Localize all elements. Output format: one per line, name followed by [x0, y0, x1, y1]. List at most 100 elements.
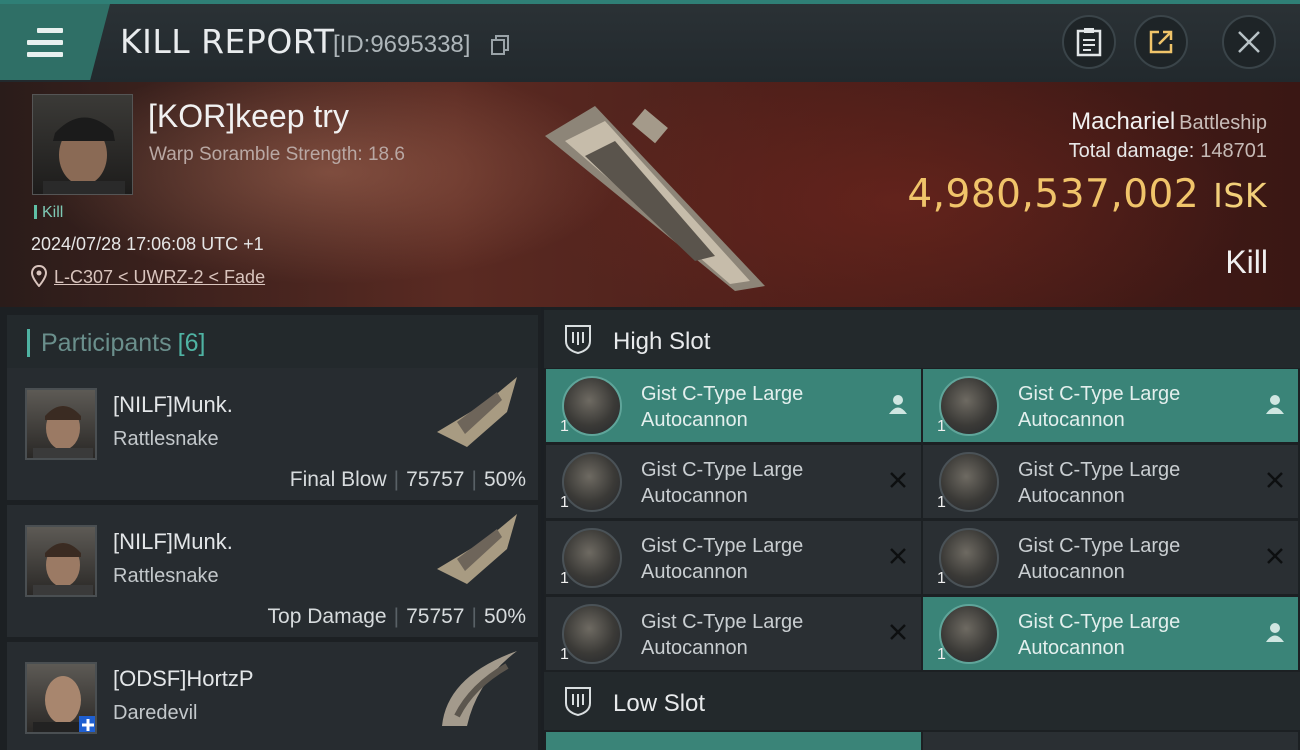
- close-icon: [1238, 31, 1260, 53]
- module-item[interactable]: 1 Gist C-Type Large Autocannon: [546, 445, 921, 518]
- participant-avatar[interactable]: [25, 388, 97, 460]
- participants-label: Participants: [41, 329, 172, 357]
- participants-title: Participants [6]: [41, 329, 205, 358]
- module-quantity: 1: [937, 570, 946, 587]
- module-quantity: 1: [560, 418, 569, 435]
- ship-name: Machariel: [1071, 108, 1176, 135]
- module-name: Gist C-Type Large Autocannon: [641, 535, 804, 583]
- participant-avatar[interactable]: [25, 525, 97, 597]
- module-quantity: 1: [560, 646, 569, 663]
- module-item[interactable]: 1 Gist C-Type Large Autocannon: [923, 597, 1298, 670]
- participant-row[interactable]: [ODSF]HortzP Daredevil: [7, 642, 538, 750]
- destroyed-icon: [890, 472, 906, 488]
- module-quantity: 1: [937, 494, 946, 511]
- share-button[interactable]: [1134, 15, 1188, 69]
- participants-panel: Participants [6] [NILF]Munk. Rattlesnake …: [0, 307, 541, 750]
- high-slot-header[interactable]: High Slot: [544, 310, 1300, 368]
- module-item[interactable]: 1 Gist C-Type Large Autocannon: [546, 597, 921, 670]
- participant-percent: 50%: [483, 605, 526, 628]
- participants-count: [6]: [177, 329, 206, 357]
- isk-unit: ISK: [1213, 176, 1267, 215]
- participant-ship: Rattlesnake: [113, 428, 219, 450]
- high-slot-label: High Slot: [613, 328, 711, 355]
- low-slot-header[interactable]: Low Slot: [544, 672, 1300, 730]
- total-damage-label: Total damage:: [1068, 140, 1195, 162]
- participant-ship-image: [437, 377, 517, 447]
- kill-location-link[interactable]: L-C307 < UWRZ-2 < Fade: [54, 267, 265, 288]
- module-item[interactable]: 1 Gist C-Type Large Autocannon: [923, 369, 1298, 442]
- participant-damage: 75757: [406, 605, 465, 628]
- participant-ship: Daredevil: [113, 702, 198, 724]
- participant-ship: Rattlesnake: [113, 565, 219, 587]
- report-id: [ID:9695338]: [333, 31, 471, 58]
- clipboard-button[interactable]: [1062, 15, 1116, 69]
- low-slot-label: Low Slot: [613, 690, 706, 717]
- total-damage-value: 148701: [1200, 140, 1267, 162]
- hamburger-menu-icon[interactable]: [27, 28, 63, 58]
- clipboard-icon: [1076, 28, 1102, 57]
- participant-ship-image: [437, 514, 517, 584]
- window-title: KILL REPORT: [120, 22, 335, 61]
- kill-type: Kill: [1225, 244, 1268, 280]
- participant-avatar[interactable]: [25, 662, 97, 734]
- module-name: Gist C-Type Large Autocannon: [641, 611, 804, 659]
- module-name: Gist C-Type Large Autocannon: [641, 459, 804, 507]
- module-name: Gist C-Type Large Autocannon: [1018, 535, 1181, 583]
- pilot-icon: [1266, 395, 1284, 414]
- destroyed-icon: [1267, 472, 1283, 488]
- participant-name[interactable]: [NILF]Munk.: [113, 392, 233, 418]
- autocannon-icon: [939, 376, 999, 436]
- module-item[interactable]: 1 Gist C-Type Large Autocannon: [546, 521, 921, 594]
- participant-row[interactable]: [NILF]Munk. Rattlesnake Final Blow | 75757…: [7, 368, 538, 502]
- participant-damage: 75757: [406, 468, 465, 491]
- ship-class: Battleship: [1179, 112, 1267, 134]
- autocannon-icon: [939, 452, 999, 512]
- victim-avatar[interactable]: [32, 94, 133, 195]
- module-item[interactable]: 1 Gist C-Type Large Autocannon: [923, 445, 1298, 518]
- fitting-panel: High Slot 1 Gist C-Type Large Autocannon …: [544, 307, 1300, 750]
- pilot-icon: [1266, 623, 1284, 642]
- autocannon-icon: [562, 604, 622, 664]
- victim-ship-image: [545, 106, 765, 291]
- kill-datetime: 2024/07/28 17:06:08 UTC +1: [31, 234, 264, 254]
- participant-percent: 50%: [483, 468, 526, 491]
- low-slot-icon: [565, 687, 591, 717]
- autocannon-icon: [562, 452, 622, 512]
- pilot-icon: [889, 395, 907, 414]
- module-name: Gist C-Type Large Autocannon: [1018, 611, 1181, 659]
- autocannon-icon: [939, 528, 999, 588]
- participant-name[interactable]: [ODSF]HortzP: [113, 666, 254, 692]
- share-icon: [1149, 30, 1173, 54]
- destroyed-icon: [890, 548, 906, 564]
- warp-scramble-strength: Warp Soramble Strength: 18.6: [149, 144, 405, 165]
- module-item[interactable]: [923, 732, 1298, 750]
- module-quantity: 1: [560, 570, 569, 587]
- top-accent-line: [0, 0, 1300, 4]
- module-item[interactable]: 1 Gist C-Type Large Autocannon: [923, 521, 1298, 594]
- menu-button[interactable]: [0, 4, 110, 80]
- participant-row[interactable]: [NILF]Munk. Rattlesnake Top Damage | 75757…: [7, 505, 538, 639]
- participant-ship-image: [442, 651, 517, 726]
- participant-name[interactable]: [NILF]Munk.: [113, 529, 233, 555]
- module-item[interactable]: 1 Gist C-Type Large Autocannon: [546, 369, 921, 442]
- participant-role: Top Damage: [267, 605, 387, 628]
- copy-icon[interactable]: [491, 35, 509, 55]
- autocannon-icon: [939, 604, 999, 664]
- participant-role: Final Blow: [289, 468, 387, 491]
- kill-tag: Kill: [34, 204, 63, 222]
- module-quantity: 1: [560, 494, 569, 511]
- victim-name[interactable]: [KOR]keep try: [148, 98, 349, 135]
- isk-value: 4,980,537,002 ISK: [907, 172, 1267, 217]
- close-button[interactable]: [1222, 15, 1276, 69]
- total-damage: Total damage: 148701: [1069, 140, 1267, 163]
- kill-header: [KOR]keep try Warp Soramble Strength: 18…: [0, 82, 1300, 307]
- high-slot-icon: [565, 325, 591, 355]
- isk-amount: 4,980,537,002: [907, 172, 1200, 217]
- module-name: Gist C-Type Large Autocannon: [1018, 383, 1181, 431]
- location-pin-icon: [31, 265, 47, 287]
- module-quantity: 1: [937, 646, 946, 663]
- header-accent-bar: [27, 329, 30, 357]
- module-item[interactable]: [546, 732, 921, 750]
- module-name: Gist C-Type Large Autocannon: [641, 383, 804, 431]
- participants-header[interactable]: Participants [6]: [7, 315, 538, 371]
